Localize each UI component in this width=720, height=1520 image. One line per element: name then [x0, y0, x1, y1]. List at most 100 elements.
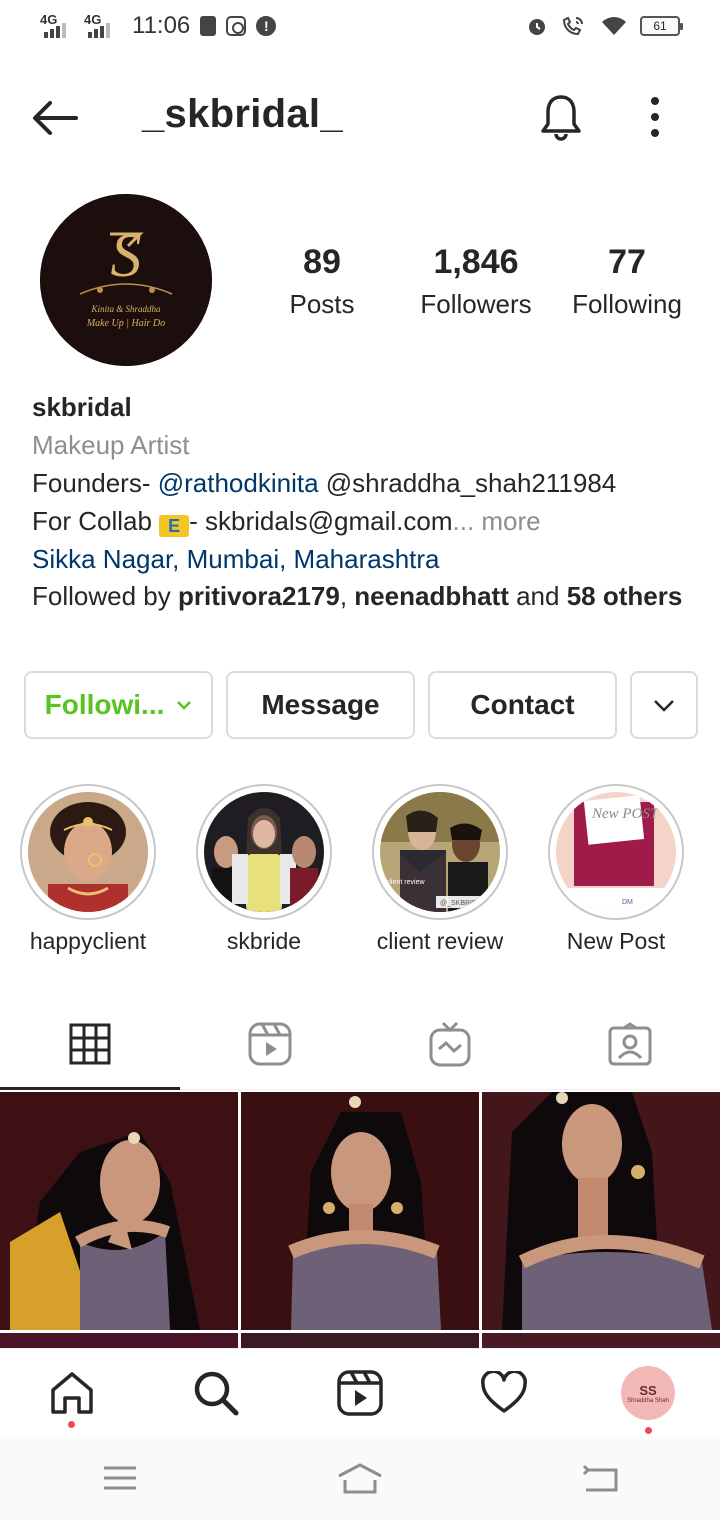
- highlight-cover-image: [28, 792, 148, 912]
- following-label: Following: [572, 289, 682, 319]
- svg-text:Kinita & Shraddha: Kinita & Shraddha: [90, 304, 161, 314]
- profile-username: _skbridal_: [142, 92, 343, 136]
- post-thumbnail[interactable]: [482, 1333, 720, 1348]
- svg-text:@_SKBRIDA: @_SKBRIDA: [440, 900, 482, 907]
- highlight-cover-image: client review @_SKBRIDA: [380, 792, 500, 912]
- followed-by-text[interactable]: Followed by pritivora2179, neenadbhatt a…: [32, 580, 692, 613]
- message-button[interactable]: Message: [226, 671, 415, 739]
- svg-text:Make Up | Hair Do: Make Up | Hair Do: [86, 318, 165, 329]
- back-icon: [582, 1464, 618, 1492]
- nav-reels[interactable]: [288, 1349, 432, 1437]
- bell-icon[interactable]: [536, 92, 586, 142]
- back-arrow-icon[interactable]: [30, 96, 80, 140]
- nav-home[interactable]: [0, 1349, 144, 1437]
- highlight-new-post[interactable]: New POST DM New Post: [548, 784, 684, 955]
- stat-posts[interactable]: 89 Posts: [270, 240, 374, 324]
- post-thumbnail[interactable]: [241, 1092, 479, 1330]
- search-icon: [194, 1371, 239, 1416]
- home-icon: [51, 1372, 93, 1414]
- svg-text:S: S: [111, 222, 142, 290]
- bio-location-link[interactable]: Sikka Nagar, Mumbai, Maharashtra: [32, 540, 692, 578]
- posts-label: Posts: [289, 289, 355, 319]
- highlight-label: happyclient: [29, 928, 147, 954]
- bio-collab-line: For Collab E- skbridals@gmail.com... mor…: [32, 506, 541, 537]
- profile-avatar[interactable]: S Kinita & Shraddha Make Up | Hair Do: [40, 194, 212, 366]
- chevron-down-icon: [654, 699, 674, 712]
- highlight-label: New Post: [566, 928, 666, 954]
- nav-profile[interactable]: SS Shraddha Shah: [576, 1349, 720, 1437]
- recent-apps-button[interactable]: [0, 1436, 240, 1520]
- tab-igtv[interactable]: [360, 1000, 540, 1088]
- instagram-notification-icon: [226, 16, 247, 36]
- post-thumbnail[interactable]: [482, 1092, 720, 1330]
- menu-icon: [104, 1466, 136, 1490]
- back-button[interactable]: [480, 1436, 720, 1520]
- profile-category: Makeup Artist: [32, 430, 190, 460]
- highlight-happyclient[interactable]: happyclient: [20, 784, 156, 955]
- chevron-down-icon: [177, 701, 192, 710]
- status-bar-right: 61: [526, 14, 683, 38]
- battery-saver-icon: [200, 16, 217, 36]
- followers-count: 1,846: [433, 243, 519, 281]
- tagged-icon: [608, 1022, 652, 1066]
- notification-dot: [645, 1427, 652, 1434]
- system-navigation-bar: [0, 1436, 720, 1520]
- highlight-client-review[interactable]: client review @_SKBRIDA client review: [372, 784, 508, 955]
- status-bar-left: 4G 4G 11:06 !: [40, 12, 277, 40]
- stat-following[interactable]: 77 Following: [562, 240, 692, 324]
- following-button[interactable]: Followi...: [24, 671, 213, 739]
- wifi-icon: [602, 17, 626, 35]
- igtv-icon: [429, 1021, 471, 1067]
- grid-icon: [69, 1023, 111, 1065]
- stat-followers[interactable]: 1,846 Followers: [402, 240, 550, 324]
- svg-text:New POST: New POST: [591, 806, 660, 822]
- highlight-skbride[interactable]: skbride: [196, 784, 332, 955]
- post-thumbnail[interactable]: [0, 1092, 238, 1330]
- bottom-navigation: SS Shraddha Shah: [0, 1348, 720, 1436]
- mention-shraddha[interactable]: @shraddha_shah211984: [319, 468, 617, 498]
- post-thumbnail[interactable]: [241, 1333, 479, 1348]
- bio-more-link[interactable]: more: [474, 506, 540, 536]
- highlight-cover-image: New POST DM: [556, 792, 676, 912]
- profile-bio: skbridal Makeup Artist Founders- @rathod…: [32, 388, 692, 613]
- skbridal-logo: S Kinita & Shraddha Make Up | Hair Do: [40, 194, 212, 366]
- home-button[interactable]: [240, 1436, 480, 1520]
- svg-text:client review: client review: [386, 879, 425, 886]
- highlight-cover-image: [204, 792, 324, 912]
- svg-text:DM: DM: [622, 899, 633, 906]
- alert-icon: !: [256, 16, 277, 36]
- tab-posts-grid[interactable]: [0, 1000, 180, 1090]
- suggested-accounts-button[interactable]: [630, 671, 698, 739]
- followers-label: Followers: [420, 289, 532, 319]
- heart-icon: [481, 1371, 527, 1413]
- reels-icon: [337, 1370, 383, 1416]
- profile-avatar-small: SS Shraddha Shah: [621, 1366, 675, 1420]
- clock: 11:06: [132, 12, 191, 39]
- reels-icon: [248, 1022, 292, 1066]
- profile-tabs: [0, 1000, 720, 1090]
- highlight-label: skbride: [226, 928, 302, 954]
- home-outline-icon: [338, 1463, 382, 1494]
- signal-icon: 4G: [40, 12, 74, 40]
- nav-activity[interactable]: [432, 1349, 576, 1437]
- story-highlights: happyclient skbride client review @_SKBR…: [20, 784, 684, 955]
- tab-tagged[interactable]: [540, 1000, 720, 1088]
- posts-grid: [0, 1092, 720, 1348]
- signal-icon-2: 4G: [84, 12, 118, 40]
- notification-dot: [68, 1421, 75, 1428]
- contact-button[interactable]: Contact: [428, 671, 617, 739]
- post-thumbnail[interactable]: [0, 1333, 238, 1348]
- profile-action-buttons: Followi... Message Contact: [24, 671, 698, 739]
- following-count: 77: [608, 243, 646, 281]
- battery-icon: 61: [640, 16, 683, 36]
- profile-header: _skbridal_: [0, 78, 720, 158]
- status-bar: 4G 4G 11:06 ! 61: [0, 0, 720, 58]
- profile-stats: 89 Posts 1,846 Followers 77 Following: [270, 240, 692, 324]
- nav-search[interactable]: [144, 1349, 288, 1437]
- more-options-icon[interactable]: [640, 92, 670, 142]
- bio-founders-line: Founders- @rathodkinita @shraddha_shah21…: [32, 468, 617, 498]
- e-mail-emoji-icon: E: [159, 515, 190, 537]
- mention-rathodkinita[interactable]: @rathodkinita: [158, 468, 319, 498]
- posts-count: 89: [303, 243, 341, 281]
- tab-reels[interactable]: [180, 1000, 360, 1088]
